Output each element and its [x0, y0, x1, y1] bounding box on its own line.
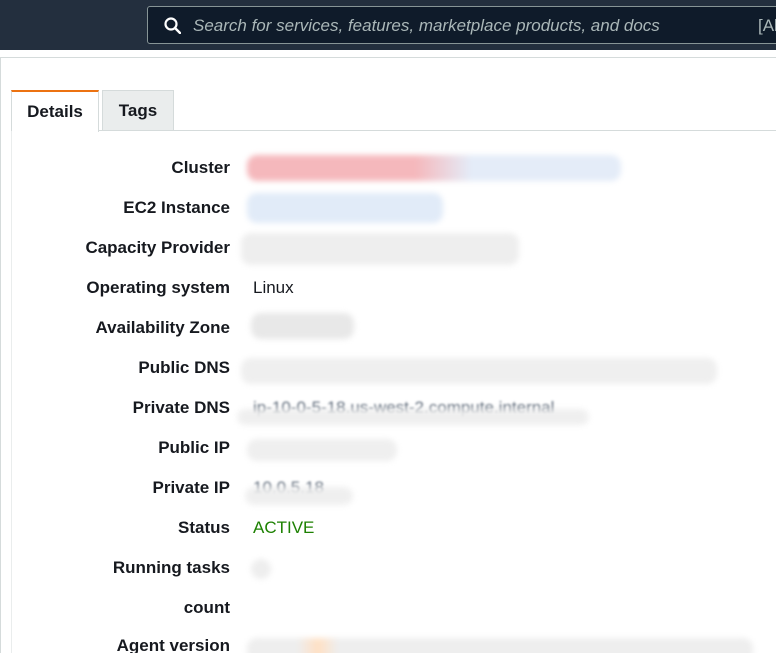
- operating-system-value: Linux: [253, 278, 294, 297]
- detail-row-capacity-provider: Capacity Provider: [1, 233, 776, 265]
- redacted-agent-version: [247, 638, 753, 653]
- detail-row-operating-system: Operating system Linux: [1, 275, 776, 305]
- tab-tags[interactable]: Tags: [102, 90, 174, 131]
- ec2-instance-label: EC2 Instance: [123, 198, 230, 217]
- container-instance-details-panel: Details Tags Cluster EC2 Instance Capaci…: [0, 57, 776, 653]
- top-navigation-bar: Search for services, features, marketpla…: [0, 0, 776, 50]
- detail-row-private-ip: Private IP 10.0.5.18: [1, 475, 776, 505]
- detail-row-ec2-instance: EC2 Instance: [1, 193, 776, 225]
- tab-details[interactable]: Details: [11, 90, 99, 132]
- agent-version-label: Agent version: [116, 636, 230, 653]
- availability-zone-label: Availability Zone: [95, 318, 230, 337]
- redacted-cluster-link[interactable]: [247, 155, 621, 181]
- tab-divider: [99, 130, 776, 131]
- redacted-private-ip-overlay: [245, 487, 353, 505]
- search-icon: [164, 17, 181, 34]
- search-placeholder: Search for services, features, marketpla…: [193, 16, 660, 35]
- running-tasks-label: Running tasks: [112, 558, 230, 577]
- count-label: count: [183, 598, 230, 617]
- redacted-public-ip: [247, 439, 397, 461]
- redacted-capacity-provider: [241, 233, 519, 265]
- private-dns-label: Private DNS: [132, 398, 230, 417]
- private-ip-label: Private IP: [152, 478, 231, 497]
- status-label: Status: [178, 518, 230, 537]
- detail-row-status: Status ACTIVE: [1, 515, 776, 545]
- redacted-public-dns: [241, 358, 717, 384]
- detail-row-count: count: [1, 595, 776, 625]
- detail-row-running-tasks: Running tasks: [1, 555, 776, 585]
- search-bar[interactable]: Search for services, features, marketpla…: [147, 6, 776, 44]
- redacted-ec2-instance-link[interactable]: [247, 193, 443, 223]
- redacted-private-dns-overlay: [237, 409, 589, 425]
- cluster-label: Cluster: [171, 158, 230, 177]
- redacted-availability-zone: [251, 313, 354, 339]
- detail-row-availability-zone: Availability Zone: [1, 313, 776, 345]
- redacted-running-tasks-count: [251, 559, 271, 579]
- search-shortcut-hint: [Al: [758, 16, 776, 35]
- operating-system-label: Operating system: [86, 278, 230, 297]
- detail-row-agent-version: Agent version: [1, 633, 776, 653]
- detail-row-public-ip: Public IP: [1, 435, 776, 465]
- detail-row-public-dns: Public DNS: [1, 355, 776, 385]
- detail-row-cluster: Cluster: [1, 155, 776, 185]
- public-dns-label: Public DNS: [138, 358, 230, 377]
- detail-row-private-dns: Private DNS ip-10-0-5-18.us-west-2.compu…: [1, 395, 776, 425]
- status-value: ACTIVE: [253, 518, 315, 537]
- public-ip-label: Public IP: [158, 438, 230, 457]
- capacity-provider-label: Capacity Provider: [85, 238, 230, 257]
